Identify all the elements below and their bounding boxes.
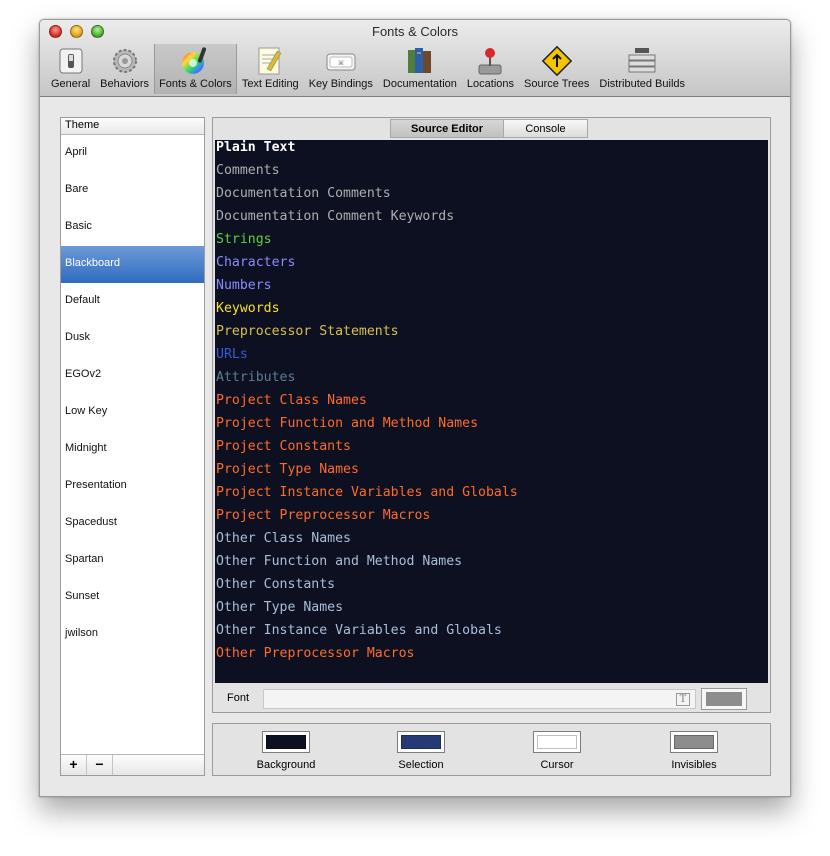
- books-icon: [404, 44, 436, 78]
- tool-label: Text Editing: [241, 78, 299, 90]
- theme-item-egov2[interactable]: EGOv2: [61, 357, 204, 394]
- theme-item-presentation[interactable]: Presentation: [61, 468, 204, 505]
- preferences-toolbar: General Behaviors Fonts & Colors Text Ed…: [46, 44, 690, 94]
- warning-sign-icon: [541, 44, 573, 78]
- theme-item-jwilson[interactable]: jwilson: [61, 616, 204, 653]
- tool-label: Source Trees: [524, 78, 590, 90]
- tool-label: Key Bindings: [308, 78, 373, 90]
- tool-documentation[interactable]: Documentation: [378, 44, 462, 94]
- syntax-color-panel: Source Editor Console Plain Text Comments…: [212, 117, 771, 713]
- syntax-item[interactable]: Documentation Comments: [216, 186, 391, 201]
- font-picker-icon[interactable]: T: [676, 693, 690, 706]
- switch-icon: [55, 44, 87, 78]
- tab-console[interactable]: Console: [504, 119, 588, 138]
- gears-icon: [109, 44, 141, 78]
- syntax-item[interactable]: Numbers: [216, 278, 272, 293]
- theme-column-header[interactable]: Theme: [61, 118, 204, 135]
- theme-item-dusk[interactable]: Dusk: [61, 320, 204, 357]
- tab-source-editor[interactable]: Source Editor: [390, 119, 504, 138]
- add-theme-button[interactable]: +: [61, 755, 87, 775]
- remove-theme-button[interactable]: −: [87, 755, 113, 775]
- tool-label: Behaviors: [100, 78, 150, 90]
- syntax-item[interactable]: Characters: [216, 255, 295, 270]
- server-rack-icon: [626, 44, 658, 78]
- invisibles-color-item: Invisibles: [644, 731, 744, 771]
- theme-list-footer: + −: [61, 754, 204, 775]
- theme-item-low-key[interactable]: Low Key: [61, 394, 204, 431]
- tool-label: Locations: [466, 78, 514, 90]
- selection-label: Selection: [398, 759, 444, 771]
- theme-item-basic[interactable]: Basic: [61, 209, 204, 246]
- selection-color-well[interactable]: [397, 731, 445, 753]
- syntax-item[interactable]: Project Instance Variables and Globals: [216, 485, 518, 500]
- color-wheel-icon: [179, 44, 211, 78]
- background-color-item: Background: [236, 731, 336, 771]
- syntax-item[interactable]: Documentation Comment Keywords: [216, 209, 454, 224]
- keyboard-key-icon: ⌘: [325, 44, 357, 78]
- syntax-item[interactable]: Other Type Names: [216, 600, 343, 615]
- tool-distributed-builds[interactable]: Distributed Builds: [594, 44, 690, 94]
- syntax-item[interactable]: Other Function and Method Names: [216, 554, 462, 569]
- tool-text-editing[interactable]: Text Editing: [237, 44, 304, 94]
- background-label: Background: [256, 759, 316, 771]
- theme-item-spartan[interactable]: Spartan: [61, 542, 204, 579]
- syntax-item[interactable]: Preprocessor Statements: [216, 324, 399, 339]
- syntax-item[interactable]: Project Constants: [216, 439, 351, 454]
- window-title: Fonts & Colors: [372, 24, 458, 39]
- font-label: Font: [227, 692, 250, 704]
- syntax-item[interactable]: Other Class Names: [216, 531, 351, 546]
- font-color-well[interactable]: [701, 688, 747, 710]
- syntax-item[interactable]: Project Function and Method Names: [216, 416, 478, 431]
- theme-items: April Bare Basic Blackboard Default Dusk…: [61, 135, 204, 653]
- font-row: Font T: [213, 688, 770, 712]
- syntax-item[interactable]: Project Preprocessor Macros: [216, 508, 430, 523]
- theme-colors-panel: Background Selection Cursor Invisibles: [212, 723, 771, 776]
- tool-locations[interactable]: Locations: [462, 44, 519, 94]
- tool-label: Fonts & Colors: [159, 78, 232, 90]
- theme-item-sunset[interactable]: Sunset: [61, 579, 204, 616]
- cursor-label: Cursor: [540, 759, 574, 771]
- theme-item-default[interactable]: Default: [61, 283, 204, 320]
- syntax-item[interactable]: Project Type Names: [216, 462, 359, 477]
- preferences-window: Fonts & Colors General Behaviors Fonts &…: [39, 19, 791, 797]
- joystick-icon: [474, 44, 506, 78]
- svg-text:⌘: ⌘: [338, 60, 344, 67]
- theme-list: Theme April Bare Basic Blackboard Defaul…: [60, 117, 205, 776]
- syntax-item[interactable]: Other Instance Variables and Globals: [216, 623, 502, 638]
- syntax-item[interactable]: URLs: [216, 347, 248, 362]
- invisibles-label: Invisibles: [671, 759, 717, 771]
- theme-item-blackboard[interactable]: Blackboard: [61, 246, 204, 283]
- cursor-color-well[interactable]: [533, 731, 581, 753]
- tool-source-trees[interactable]: Source Trees: [519, 44, 594, 94]
- tool-general[interactable]: General: [46, 44, 95, 94]
- tool-label: Distributed Builds: [599, 78, 686, 90]
- syntax-item[interactable]: Keywords: [216, 301, 280, 316]
- theme-item-spacedust[interactable]: Spacedust: [61, 505, 204, 542]
- theme-item-bare[interactable]: Bare: [61, 172, 204, 209]
- syntax-item[interactable]: Other Constants: [216, 577, 335, 592]
- tool-label: Documentation: [382, 78, 457, 90]
- syntax-item[interactable]: Other Preprocessor Macros: [216, 646, 415, 661]
- theme-item-april[interactable]: April: [61, 135, 204, 172]
- syntax-item[interactable]: Plain Text: [216, 140, 295, 155]
- cursor-color-item: Cursor: [507, 731, 607, 771]
- tool-fonts-colors[interactable]: Fonts & Colors: [154, 44, 237, 94]
- theme-item-midnight[interactable]: Midnight: [61, 431, 204, 468]
- title-bar: Fonts & Colors General Behaviors Fonts &…: [40, 20, 790, 97]
- syntax-item[interactable]: Comments: [216, 163, 280, 178]
- syntax-item[interactable]: Project Class Names: [216, 393, 367, 408]
- background-color-well[interactable]: [262, 731, 310, 753]
- notepad-pencil-icon: [254, 44, 286, 78]
- syntax-item-list: Plain Text Comments Documentation Comments…: [215, 140, 768, 683]
- tool-label: General: [51, 78, 91, 90]
- syntax-item[interactable]: Strings: [216, 232, 272, 247]
- tool-key-bindings[interactable]: ⌘ Key Bindings: [304, 44, 378, 94]
- selection-color-item: Selection: [371, 731, 471, 771]
- editor-tabs: Source Editor Console: [390, 119, 588, 138]
- tool-behaviors[interactable]: Behaviors: [95, 44, 154, 94]
- syntax-item[interactable]: Attributes: [216, 370, 295, 385]
- invisibles-color-well[interactable]: [670, 731, 718, 753]
- font-field[interactable]: T: [263, 689, 696, 709]
